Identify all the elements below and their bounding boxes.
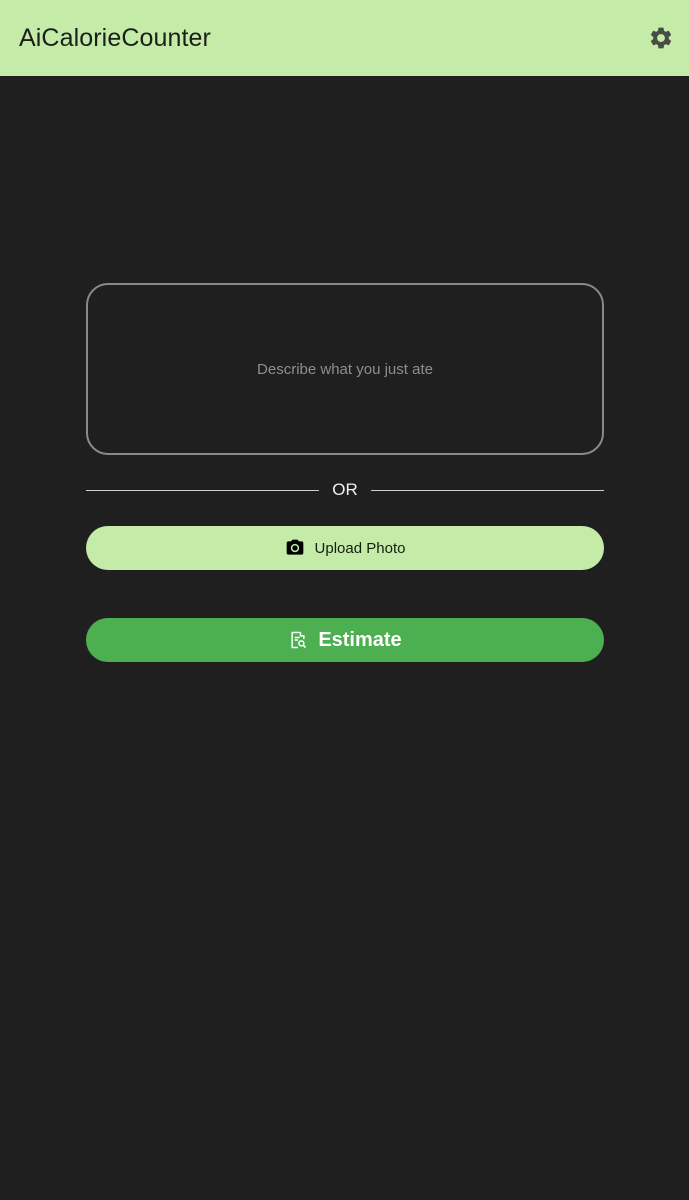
or-label: OR (332, 480, 358, 499)
app-bar: AiCalorieCounter (0, 0, 689, 76)
upload-photo-label: Upload Photo (314, 539, 406, 557)
upload-photo-button[interactable]: Upload Photo (86, 526, 604, 570)
app-screen: AiCalorieCounter Describe what you just … (0, 0, 689, 1200)
divider-line-right (370, 489, 604, 491)
estimate-button[interactable]: Estimate (86, 618, 604, 662)
settings-button[interactable] (646, 23, 676, 53)
food-description-placeholder: Describe what you just ate (257, 360, 433, 378)
estimate-label: Estimate (318, 628, 402, 651)
gear-icon (648, 25, 674, 51)
document-search-icon (288, 630, 308, 650)
or-divider: OR (86, 479, 604, 501)
app-title: AiCalorieCounter (19, 23, 211, 52)
divider-line-left (86, 489, 320, 491)
camera-icon (285, 538, 305, 558)
main-content: Describe what you just ate OR Upload Pho… (86, 283, 604, 662)
food-description-input[interactable]: Describe what you just ate (86, 283, 604, 455)
